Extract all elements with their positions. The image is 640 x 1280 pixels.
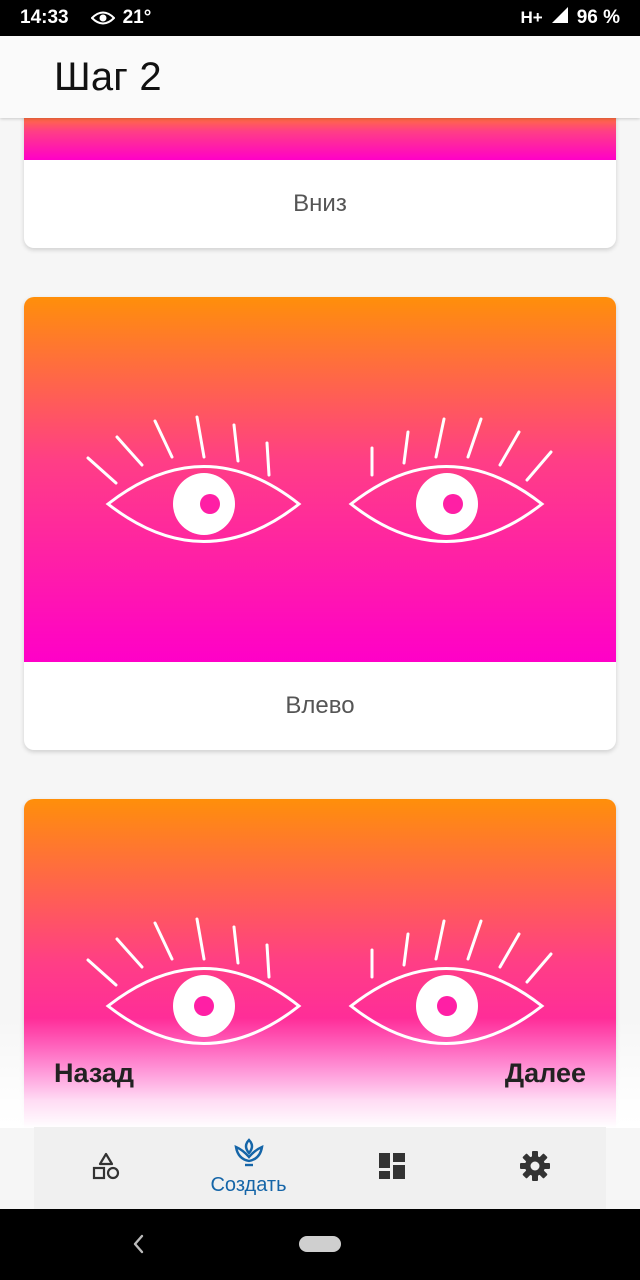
card-image bbox=[24, 297, 616, 662]
card-image bbox=[24, 118, 616, 160]
nav-item-settings[interactable] bbox=[463, 1127, 606, 1209]
status-bar: 14:33 21° H+ 96 % bbox=[0, 0, 640, 36]
dashboard-icon bbox=[377, 1151, 407, 1186]
system-back-icon[interactable] bbox=[128, 1231, 148, 1262]
back-button[interactable]: Назад bbox=[54, 1058, 134, 1089]
nav-item-dashboard[interactable] bbox=[320, 1127, 463, 1209]
sprout-icon bbox=[233, 1138, 265, 1172]
bottom-navigation: Создать bbox=[34, 1127, 606, 1209]
shapes-icon bbox=[91, 1151, 121, 1186]
system-home-button[interactable] bbox=[299, 1236, 341, 1252]
content-list[interactable]: Вниз Влево bbox=[0, 118, 640, 1128]
page-title: Шаг 2 bbox=[54, 54, 162, 99]
system-navigation-bar bbox=[0, 1209, 640, 1280]
battery-level: 96 % bbox=[576, 7, 620, 28]
eye-icon bbox=[90, 10, 115, 26]
app-bar: Шаг 2 bbox=[0, 36, 640, 118]
network-type: H+ bbox=[520, 8, 543, 27]
next-button[interactable]: Далее bbox=[505, 1058, 586, 1089]
direction-card-down[interactable]: Вниз bbox=[24, 118, 616, 248]
signal-icon bbox=[551, 6, 569, 30]
status-time: 14:33 bbox=[20, 7, 69, 28]
status-right: H+ 96 % bbox=[520, 6, 620, 30]
direction-card-left[interactable]: Влево bbox=[24, 297, 616, 750]
nav-item-create-label: Создать bbox=[210, 1174, 287, 1196]
card-caption: Вниз bbox=[293, 190, 347, 217]
eyes-left-illustration bbox=[86, 415, 553, 543]
screen: 14:33 21° H+ 96 % Шаг 2 Вниз Влево Назад… bbox=[0, 0, 640, 1280]
status-temperature: 21° bbox=[122, 7, 152, 28]
gear-icon bbox=[519, 1150, 551, 1187]
nav-item-create[interactable]: Создать bbox=[177, 1127, 320, 1209]
nav-item-shapes[interactable] bbox=[34, 1127, 177, 1209]
card-caption: Влево bbox=[285, 692, 355, 719]
